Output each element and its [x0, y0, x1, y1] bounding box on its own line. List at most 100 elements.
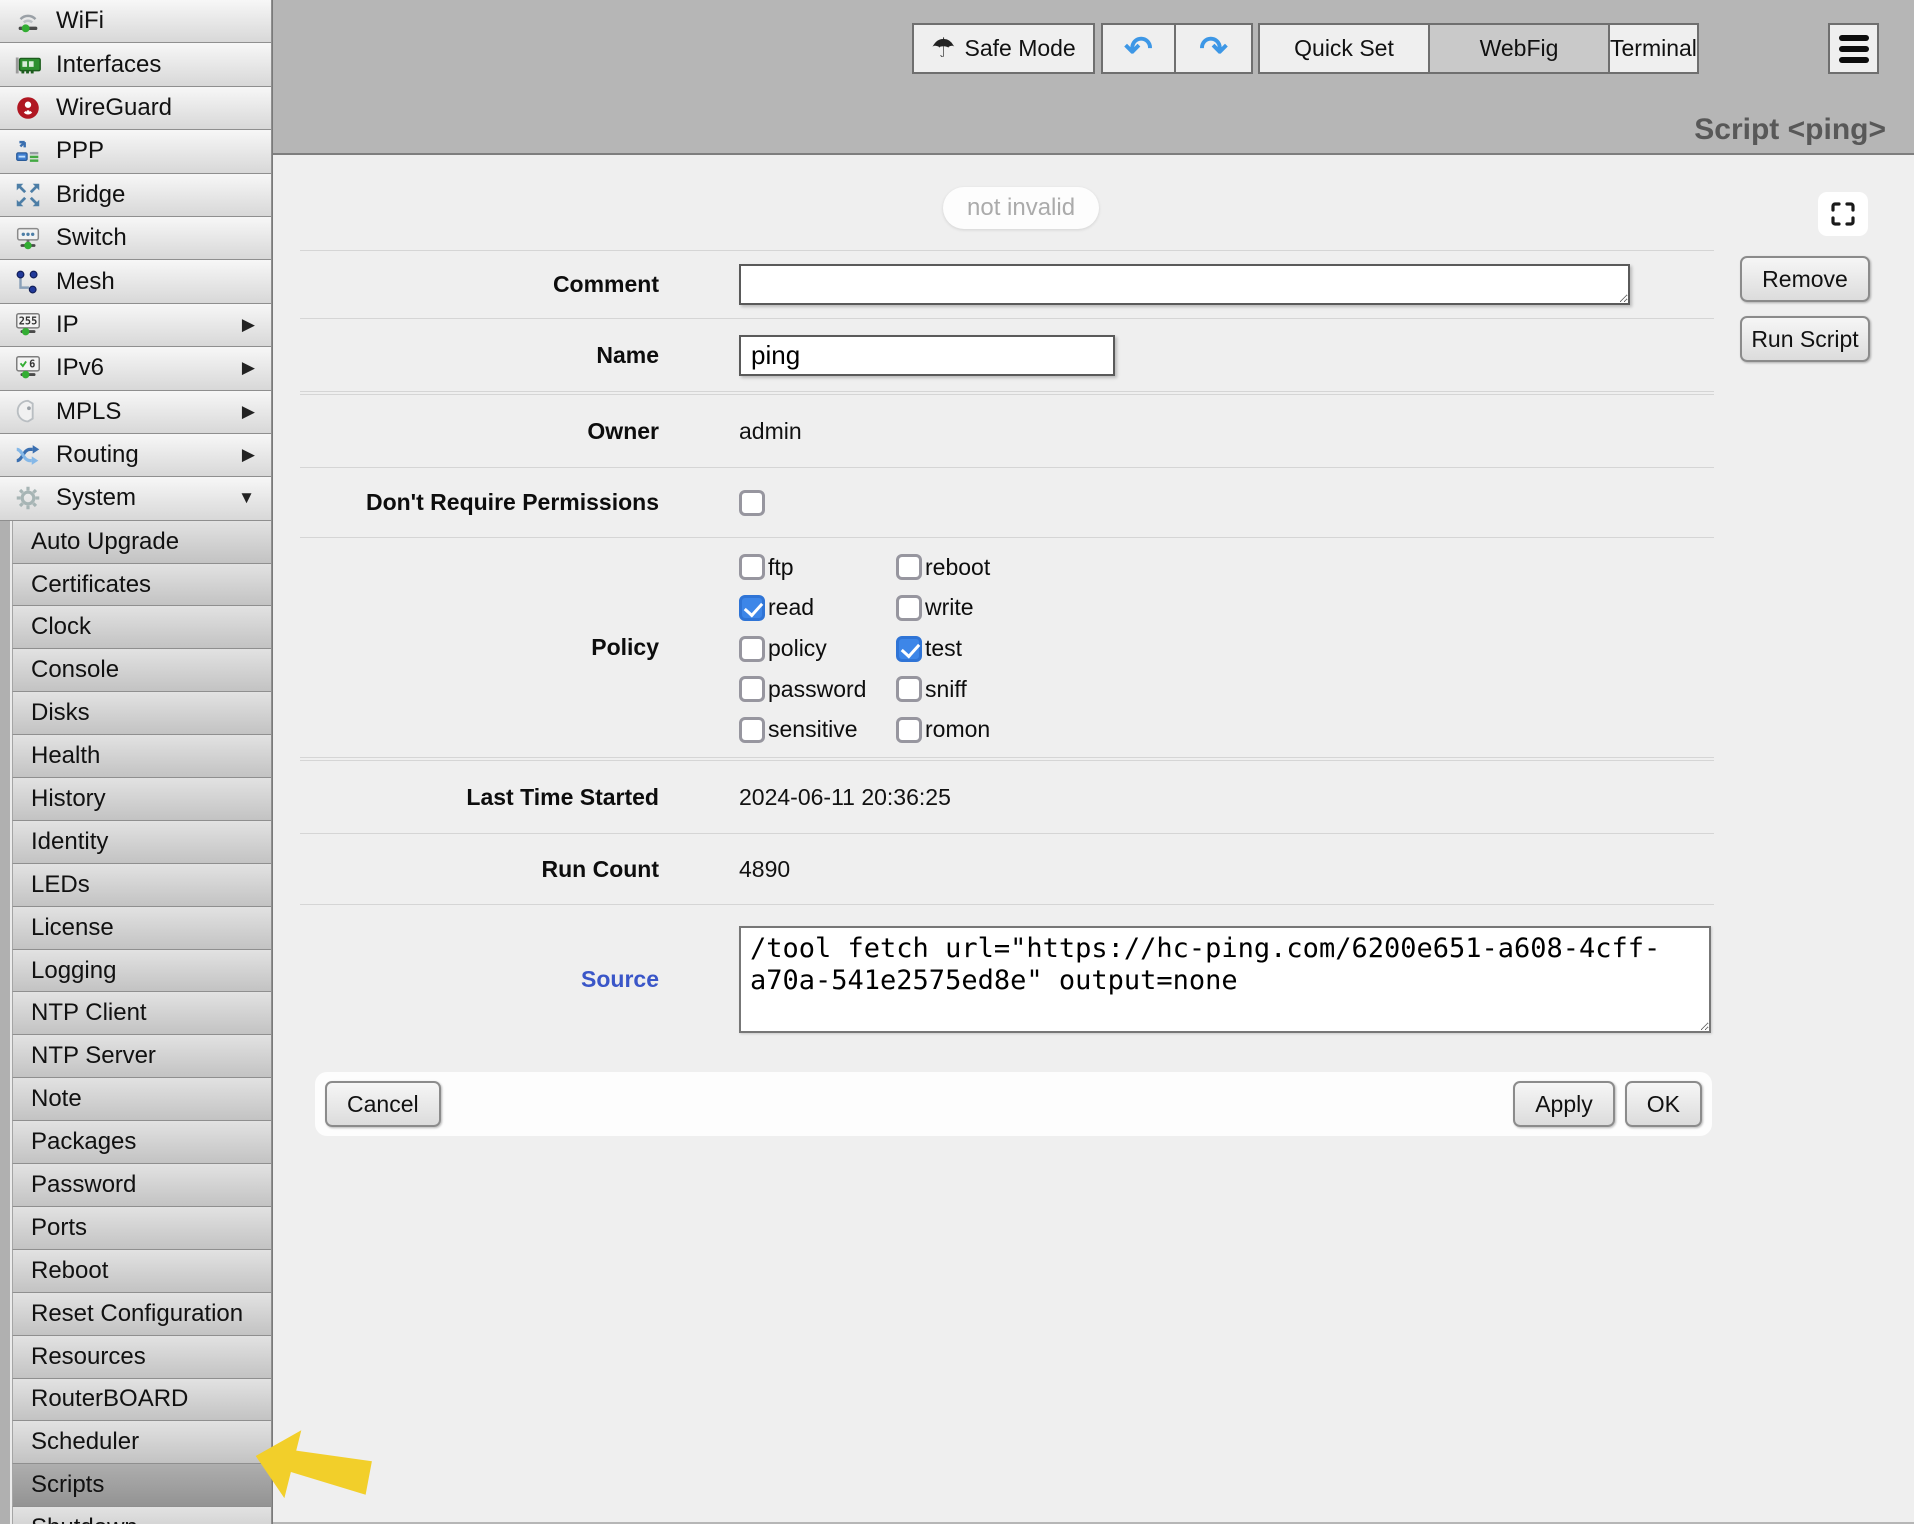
- comment-input[interactable]: [739, 264, 1630, 305]
- policy-checkbox-item[interactable]: write: [896, 588, 990, 629]
- system-submenu-item[interactable]: Note: [12, 1077, 272, 1121]
- system-submenu-item[interactable]: History: [12, 777, 272, 821]
- policy-column-2: reboot write test sniff romon: [896, 547, 990, 750]
- checkbox-label: policy: [768, 635, 827, 662]
- system-submenu-item[interactable]: Disks: [12, 691, 272, 735]
- ipv6-icon: 6: [11, 352, 45, 384]
- submenu-item-label: LEDs: [31, 871, 90, 899]
- undo-button[interactable]: ↶: [1101, 23, 1176, 74]
- system-submenu-item[interactable]: Reset Configuration: [12, 1292, 272, 1336]
- view-tab[interactable]: Quick Set: [1258, 23, 1430, 74]
- checkbox-label: romon: [925, 716, 990, 743]
- system-submenu-item[interactable]: NTP Client: [12, 991, 272, 1035]
- policy-checkbox-item[interactable]: password: [739, 669, 896, 710]
- source-input[interactable]: /tool fetch url="https://hc-ping.com/620…: [739, 926, 1711, 1033]
- redo-button[interactable]: ↷: [1174, 23, 1253, 74]
- source-label[interactable]: Source: [273, 966, 659, 993]
- dont-require-permissions-label: Don't Require Permissions: [273, 489, 659, 516]
- policy-checkbox-item[interactable]: sensitive: [739, 709, 896, 750]
- menu-button[interactable]: [1828, 23, 1879, 74]
- system-submenu-item[interactable]: Identity: [12, 820, 272, 864]
- policy-checkbox-item[interactable]: ftp: [739, 547, 896, 588]
- sidebar-item-label: Routing: [56, 441, 139, 469]
- dont-require-permissions-checkbox[interactable]: [739, 490, 765, 516]
- checkbox[interactable]: [896, 554, 922, 580]
- submenu-item-label: Certificates: [31, 571, 151, 599]
- view-tab[interactable]: WebFig: [1428, 23, 1610, 74]
- sidebar-item[interactable]: System ▼: [0, 476, 272, 520]
- apply-button[interactable]: Apply: [1513, 1081, 1615, 1127]
- sidebar-item[interactable]: Interfaces: [0, 42, 272, 86]
- system-submenu-item[interactable]: License: [12, 906, 272, 950]
- system-submenu-item[interactable]: Reboot: [12, 1249, 272, 1293]
- system-submenu-item[interactable]: Certificates: [12, 563, 272, 607]
- system-submenu-item[interactable]: Logging: [12, 949, 272, 993]
- expand-arrow-icon: ▼: [238, 488, 255, 508]
- system-submenu-item[interactable]: Shutdown: [12, 1506, 272, 1524]
- sidebar-item[interactable]: PPP: [0, 129, 272, 173]
- system-submenu-item[interactable]: Auto Upgrade: [12, 520, 272, 564]
- sidebar-item[interactable]: MPLS ▶: [0, 390, 272, 434]
- sidebar-item[interactable]: 255 IP ▶: [0, 303, 272, 347]
- system-submenu-item[interactable]: Resources: [12, 1335, 272, 1379]
- sidebar-item[interactable]: 6 IPv6 ▶: [0, 346, 272, 390]
- policy-checkbox-item[interactable]: reboot: [896, 547, 990, 588]
- policy-checkbox-item[interactable]: policy: [739, 628, 896, 669]
- expand-arrow-icon: ▶: [242, 402, 255, 422]
- system-submenu-item[interactable]: Health: [12, 734, 272, 778]
- system-submenu-item[interactable]: RouterBOARD: [12, 1378, 272, 1422]
- sidebar-item[interactable]: Routing ▶: [0, 433, 272, 477]
- sidebar-item[interactable]: Mesh: [0, 259, 272, 303]
- system-submenu-item[interactable]: Clock: [12, 605, 272, 649]
- owner-row: Owner admin: [273, 395, 1914, 467]
- checkbox[interactable]: [896, 636, 922, 662]
- comment-label: Comment: [273, 271, 659, 298]
- checkbox[interactable]: [896, 595, 922, 621]
- topbar: ☂ Safe Mode ↶ ↷ Quick Set WebFig Termina…: [273, 0, 1914, 155]
- system-submenu-item[interactable]: Packages: [12, 1120, 272, 1164]
- sidebar-item[interactable]: WireGuard: [0, 86, 272, 130]
- system-submenu-item[interactable]: NTP Server: [12, 1034, 272, 1078]
- submenu-item-label: Scheduler: [31, 1428, 139, 1456]
- submenu-item-label: Password: [31, 1171, 136, 1199]
- policy-checkbox-item[interactable]: romon: [896, 709, 990, 750]
- checkbox-label: password: [768, 676, 866, 703]
- mesh-icon: [11, 266, 45, 298]
- policy-checkbox-item[interactable]: read: [739, 588, 896, 629]
- expand-arrow-icon: ▶: [242, 445, 255, 465]
- system-submenu-item[interactable]: Scripts: [12, 1463, 272, 1507]
- system-submenu-item[interactable]: Ports: [12, 1206, 272, 1250]
- name-input[interactable]: [739, 335, 1115, 376]
- checkbox[interactable]: [739, 676, 765, 702]
- sidebar-item[interactable]: WiFi: [0, 0, 272, 43]
- checkbox[interactable]: [739, 636, 765, 662]
- status-badge: not invalid: [943, 187, 1099, 229]
- form-action-bar: Cancel Apply OK: [315, 1072, 1712, 1136]
- sidebar-item[interactable]: Switch: [0, 216, 272, 260]
- sidebar-item[interactable]: Bridge: [0, 173, 272, 217]
- checkbox[interactable]: [739, 554, 765, 580]
- system-icon: [11, 482, 45, 514]
- remove-button[interactable]: Remove: [1740, 256, 1870, 302]
- cancel-button[interactable]: Cancel: [325, 1081, 441, 1127]
- sidebar-item-label: Switch: [56, 224, 127, 252]
- system-submenu-item[interactable]: Password: [12, 1163, 272, 1207]
- checkbox[interactable]: [896, 717, 922, 743]
- checkbox[interactable]: [896, 676, 922, 702]
- policy-checkbox-item[interactable]: test: [896, 628, 990, 669]
- policy-label: Policy: [273, 634, 659, 661]
- system-submenu-item[interactable]: Scheduler: [12, 1420, 272, 1464]
- view-tab[interactable]: Terminal: [1608, 23, 1699, 74]
- run-script-button[interactable]: Run Script: [1740, 316, 1870, 362]
- ok-button[interactable]: OK: [1625, 1081, 1702, 1127]
- submenu-item-label: Ports: [31, 1214, 87, 1242]
- checkbox[interactable]: [739, 595, 765, 621]
- submenu-item-label: Clock: [31, 613, 91, 641]
- fullscreen-button[interactable]: [1818, 192, 1868, 236]
- safe-mode-button[interactable]: ☂ Safe Mode: [912, 23, 1095, 74]
- checkbox[interactable]: [739, 717, 765, 743]
- sidebar-item-label: WiFi: [56, 7, 104, 35]
- policy-checkbox-item[interactable]: sniff: [896, 669, 990, 710]
- system-submenu-item[interactable]: Console: [12, 648, 272, 692]
- system-submenu-item[interactable]: LEDs: [12, 863, 272, 907]
